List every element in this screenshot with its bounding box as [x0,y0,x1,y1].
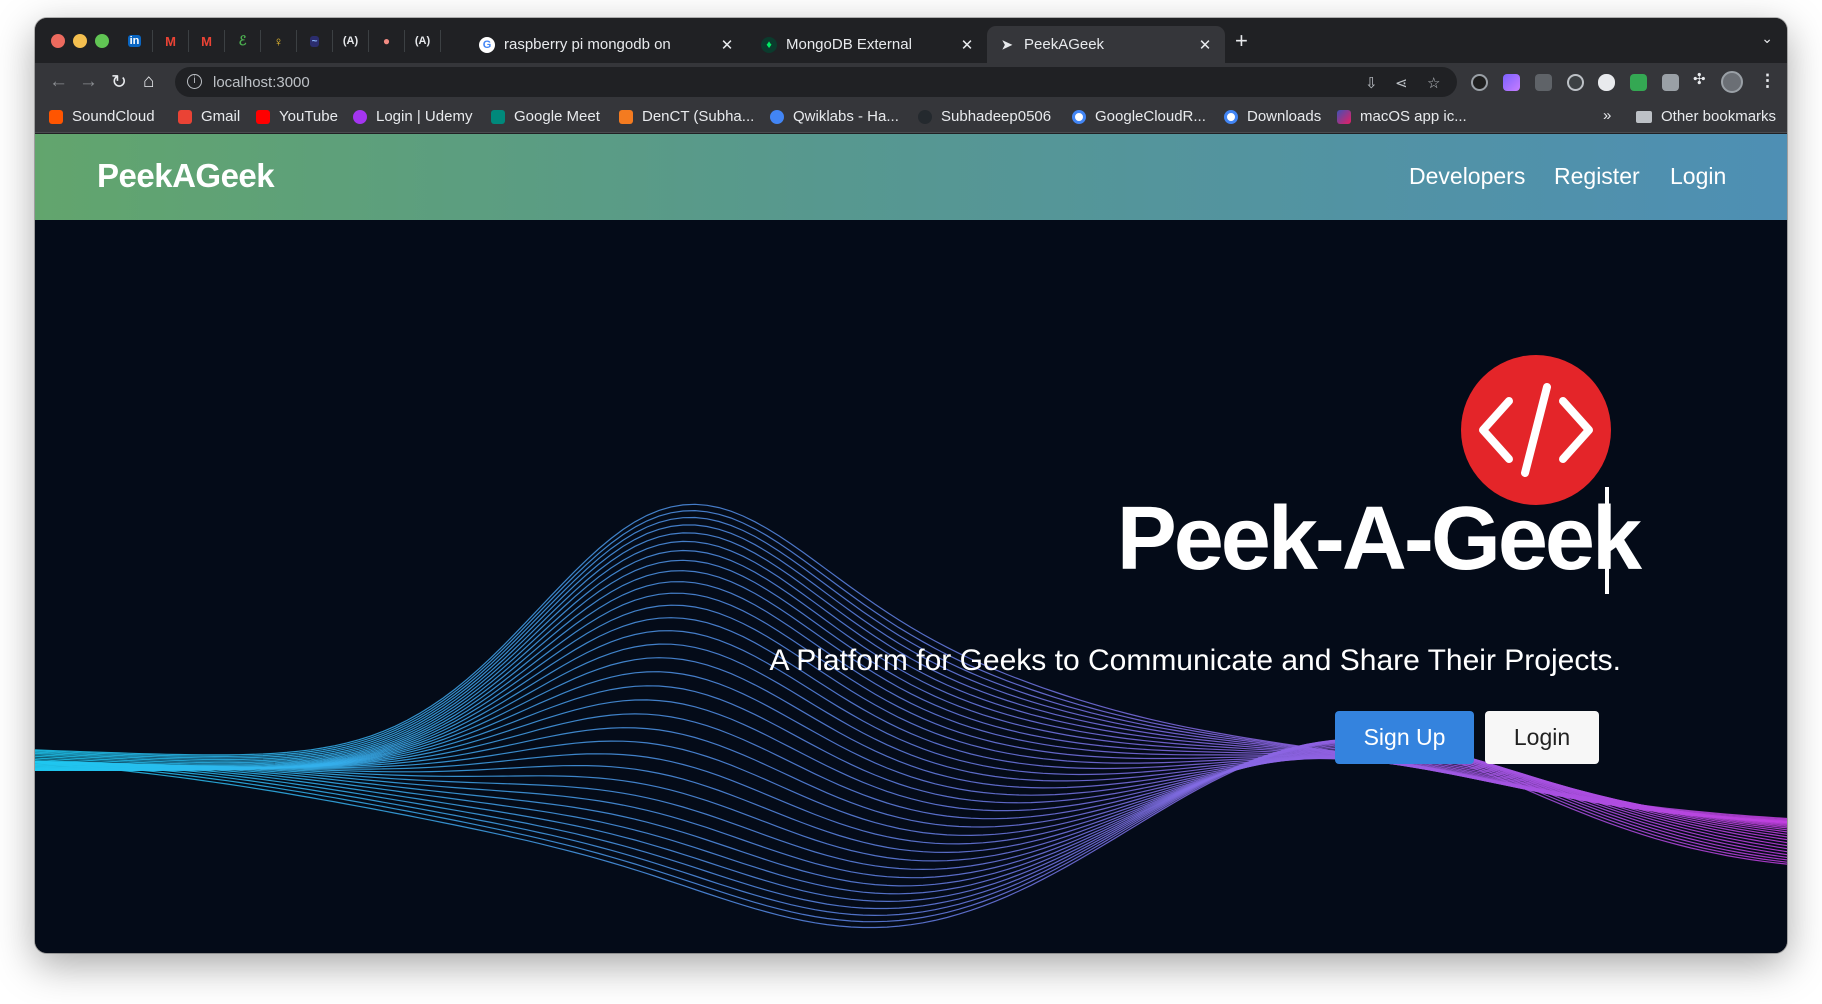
microphone-icon: ● [382,34,391,48]
forward-icon[interactable]: → [79,71,98,93]
bookmark-downloads[interactable]: Downloads [1224,108,1321,125]
pinned-tab-mode-2[interactable]: (A) [405,30,441,52]
nav-developers[interactable]: Developers [1409,163,1525,190]
typing-caret [1605,487,1609,594]
browser-toolbar: ← → ↻ ⌂ i localhost:3000 ⇩ ⋖ ☆ ✣ ⋮ [35,63,1787,101]
login-button[interactable]: Login [1485,711,1599,764]
tab-strip: in M M ℰ ♀ ~ (A) ● (A) G raspberry pi mo… [35,18,1787,63]
google-meet-icon [491,109,505,124]
gmail-icon [178,109,192,124]
signup-button[interactable]: Sign Up [1335,711,1474,764]
medium-icon[interactable] [1598,74,1615,91]
pinned-tab-mode[interactable]: (A) [333,30,369,52]
google-cloud-icon [770,109,784,124]
bookmark-soundcloud[interactable]: SoundCloud [49,108,155,125]
tab-peekageek[interactable]: ➤ PeekAGeek ✕ [987,26,1225,63]
bookmark-star-icon[interactable]: ☆ [1427,74,1440,92]
tab-mongodb[interactable]: ♦ MongoDB External ✕ [749,26,987,63]
spotify-icon[interactable] [1471,74,1488,91]
tab-search-icon[interactable]: ⌄ [1761,30,1773,47]
site-navbar: PeekAGeek Developers Register Login [35,134,1787,220]
share-icon[interactable]: ⋖ [1395,74,1408,92]
mode-icon: (A) [342,35,359,47]
bookmark-macos-icons[interactable]: macOS app ic... [1337,108,1467,125]
pinned-tab-key[interactable]: ♀ [261,30,297,52]
soundcloud-icon [49,109,63,124]
hero-title: Peek-A-Geek [1116,489,1642,589]
mongodb-leaf-icon: ♦ [761,36,777,53]
site-info-icon[interactable]: i [187,74,202,89]
mode-icon: (A) [414,35,431,47]
tab-title: MongoDB External [786,36,912,53]
linkedin-icon: in [127,35,142,47]
brand-logo[interactable]: PeekAGeek [97,157,275,195]
glasses-icon[interactable] [1567,74,1584,91]
other-bookmarks-folder[interactable]: Other bookmarks [1636,108,1776,125]
robot-icon[interactable] [1535,74,1552,91]
bookmark-google-meet[interactable]: Google Meet [491,108,600,125]
github-icon [918,109,932,124]
code-logo [1461,355,1611,505]
send-icon: ➤ [1001,36,1013,52]
url-text[interactable]: localhost:3000 [213,74,310,91]
pinned-tab-gmail-2[interactable]: M [189,30,225,52]
bookmark-denct[interactable]: DenCT (Subha... [619,108,754,125]
extensions-icon[interactable]: ✣ [1693,70,1706,88]
bookmark-github[interactable]: Subhadeep0506 [918,108,1051,125]
bookmark-gmail[interactable]: Gmail [178,108,240,125]
maximize-window-button[interactable] [95,34,109,48]
address-bar[interactable]: i localhost:3000 ⇩ ⋖ ☆ [175,67,1457,97]
google-icon: G [479,36,495,53]
home-icon[interactable]: ⌂ [143,71,154,93]
browser-window: in M M ℰ ♀ ~ (A) ● (A) G raspberry pi mo… [35,18,1787,953]
feather-icon[interactable] [1503,74,1520,91]
reload-icon[interactable]: ↻ [111,71,127,94]
profile-avatar[interactable] [1721,71,1743,93]
bookmark-qwiklabs[interactable]: Qwiklabs - Ha... [770,108,899,125]
denct-icon [619,109,633,124]
code-brackets-icon [1479,383,1593,477]
key-icon: ♀ [273,33,284,49]
hero-subtitle: A Platform for Geeks to Communicate and … [769,644,1621,677]
bookmark-youtube[interactable]: YouTube [256,108,338,125]
pinned-tab-app[interactable]: ~ [297,30,333,52]
nav-register[interactable]: Register [1554,163,1640,190]
browser-menu-icon[interactable]: ⋮ [1759,71,1776,91]
more-bookmarks-button[interactable]: » [1603,107,1611,124]
folder-icon [1636,110,1652,123]
bookmark-googlecloudr[interactable]: GoogleCloudR... [1072,108,1206,125]
tab-title: PeekAGeek [1024,36,1105,53]
bookmarks-bar: SoundCloud Gmail YouTube Login | Udemy G… [35,101,1787,133]
minimize-window-button[interactable] [73,34,87,48]
close-tab-icon[interactable]: ✕ [1197,36,1213,54]
camera-icon[interactable] [1662,74,1679,91]
google-icon [1072,109,1086,124]
close-tab-icon[interactable]: ✕ [959,36,975,54]
udemy-icon [353,109,367,124]
gmail-icon: M [201,33,212,49]
macos-icon [1337,109,1351,124]
close-tab-icon[interactable]: ✕ [719,36,735,54]
tab-title: raspberry pi mongodb on [504,36,671,53]
google-icon [1224,109,1238,124]
close-window-button[interactable] [51,34,65,48]
youtube-icon [256,109,270,124]
android-icon[interactable] [1630,74,1647,91]
pinned-tab-leaf[interactable]: ℰ [225,30,261,52]
tab-raspberry[interactable]: G raspberry pi mongodb on ✕ [467,26,747,63]
new-tab-button[interactable]: + [1235,28,1248,54]
page-viewport: PeekAGeek Developers Register Login Peek… [35,134,1787,953]
nav-login[interactable]: Login [1670,163,1726,190]
install-icon[interactable]: ⇩ [1365,74,1378,92]
pinned-tab-linkedin[interactable]: in [117,30,153,52]
pinned-tab-gmail[interactable]: M [153,30,189,52]
bookmark-udemy[interactable]: Login | Udemy [353,108,472,125]
gmail-icon: M [165,33,176,49]
app-icon: ~ [309,35,320,47]
back-icon[interactable]: ← [49,71,68,93]
pinned-tab-mic[interactable]: ● [369,30,405,52]
leaf-icon: ℰ [238,33,247,48]
